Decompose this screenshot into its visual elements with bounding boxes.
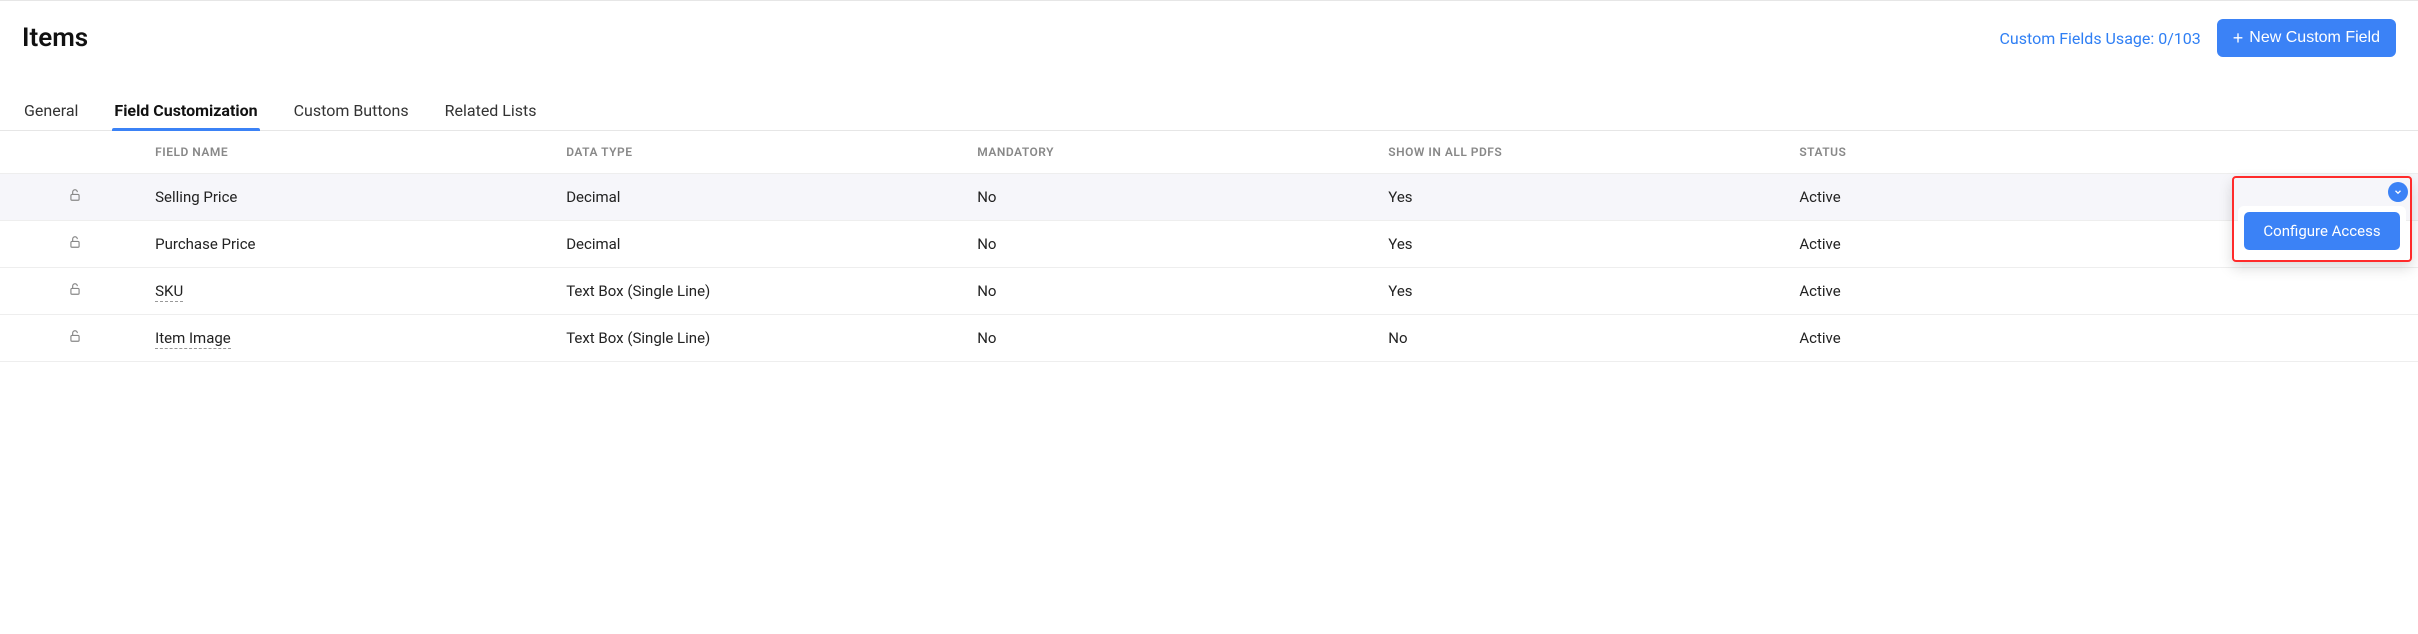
plus-icon: + (2233, 29, 2244, 47)
pdf-cell: Yes (1378, 268, 1789, 315)
status-cell: Active (1789, 268, 2079, 315)
tabs: General Field Customization Custom Butto… (0, 91, 2418, 131)
field-name-text[interactable]: Item Image (155, 329, 231, 349)
dropdown-highlight: Configure Access (2232, 176, 2412, 262)
tab-general[interactable]: General (22, 91, 80, 130)
actions-cell (2079, 315, 2418, 362)
table-row: Purchase Price Decimal No Yes Active (0, 221, 2418, 268)
pdf-cell: No (1378, 315, 1789, 362)
column-header-status: STATUS (1789, 131, 2079, 174)
field-name-cell: SKU (145, 268, 556, 315)
lock-icon (68, 235, 82, 249)
table-row: Item Image Text Box (Single Line) No No … (0, 315, 2418, 362)
field-name-text: Purchase Price (155, 235, 255, 253)
lock-icon (68, 188, 82, 202)
row-actions-toggle[interactable] (2388, 182, 2408, 202)
status-cell: Active (1789, 174, 2079, 221)
field-name-text: Selling Price (155, 188, 237, 206)
column-header-lock (0, 131, 145, 174)
lock-cell (0, 268, 145, 315)
mandatory-cell: No (967, 174, 1378, 221)
column-header-actions (2079, 131, 2418, 174)
chevron-down-icon (2393, 187, 2403, 197)
row-actions-menu: Configure Access (2238, 206, 2406, 256)
configure-access-button[interactable]: Configure Access (2244, 212, 2400, 250)
data-type-cell: Decimal (556, 174, 967, 221)
status-cell: Active (1789, 315, 2079, 362)
mandatory-cell: No (967, 315, 1378, 362)
column-header-show-pdf: SHOW IN ALL PDFS (1378, 131, 1789, 174)
actions-cell (2079, 268, 2418, 315)
field-name-cell: Selling Price (145, 174, 556, 221)
page-title: Items (22, 23, 88, 53)
table-row: Selling Price Decimal No Yes Active Conf… (0, 174, 2418, 221)
column-header-data-type: DATA TYPE (556, 131, 967, 174)
tab-related-lists[interactable]: Related Lists (443, 91, 539, 130)
pdf-cell: Yes (1378, 174, 1789, 221)
data-type-cell: Text Box (Single Line) (556, 268, 967, 315)
custom-fields-usage-link[interactable]: Custom Fields Usage: 0/103 (2000, 29, 2201, 48)
lock-icon (68, 329, 82, 343)
mandatory-cell: No (967, 221, 1378, 268)
status-cell: Active (1789, 221, 2079, 268)
page-header: Items Custom Fields Usage: 0/103 + New C… (0, 0, 2418, 75)
new-custom-field-label: New Custom Field (2249, 29, 2380, 47)
column-header-field-name: FIELD NAME (145, 131, 556, 174)
lock-cell (0, 174, 145, 221)
lock-cell (0, 315, 145, 362)
tab-custom-buttons[interactable]: Custom Buttons (292, 91, 411, 130)
column-header-mandatory: MANDATORY (967, 131, 1378, 174)
data-type-cell: Decimal (556, 221, 967, 268)
pdf-cell: Yes (1378, 221, 1789, 268)
header-actions: Custom Fields Usage: 0/103 + New Custom … (2000, 19, 2397, 57)
field-name-cell: Item Image (145, 315, 556, 362)
field-name-text[interactable]: SKU (155, 282, 183, 302)
fields-table: FIELD NAME DATA TYPE MANDATORY SHOW IN A… (0, 131, 2418, 362)
lock-icon (68, 282, 82, 296)
lock-cell (0, 221, 145, 268)
data-type-cell: Text Box (Single Line) (556, 315, 967, 362)
new-custom-field-button[interactable]: + New Custom Field (2217, 19, 2396, 57)
table-row: SKU Text Box (Single Line) No Yes Active (0, 268, 2418, 315)
actions-cell: Configure Access (2079, 174, 2418, 221)
field-name-cell: Purchase Price (145, 221, 556, 268)
tab-field-customization[interactable]: Field Customization (112, 91, 259, 130)
mandatory-cell: No (967, 268, 1378, 315)
